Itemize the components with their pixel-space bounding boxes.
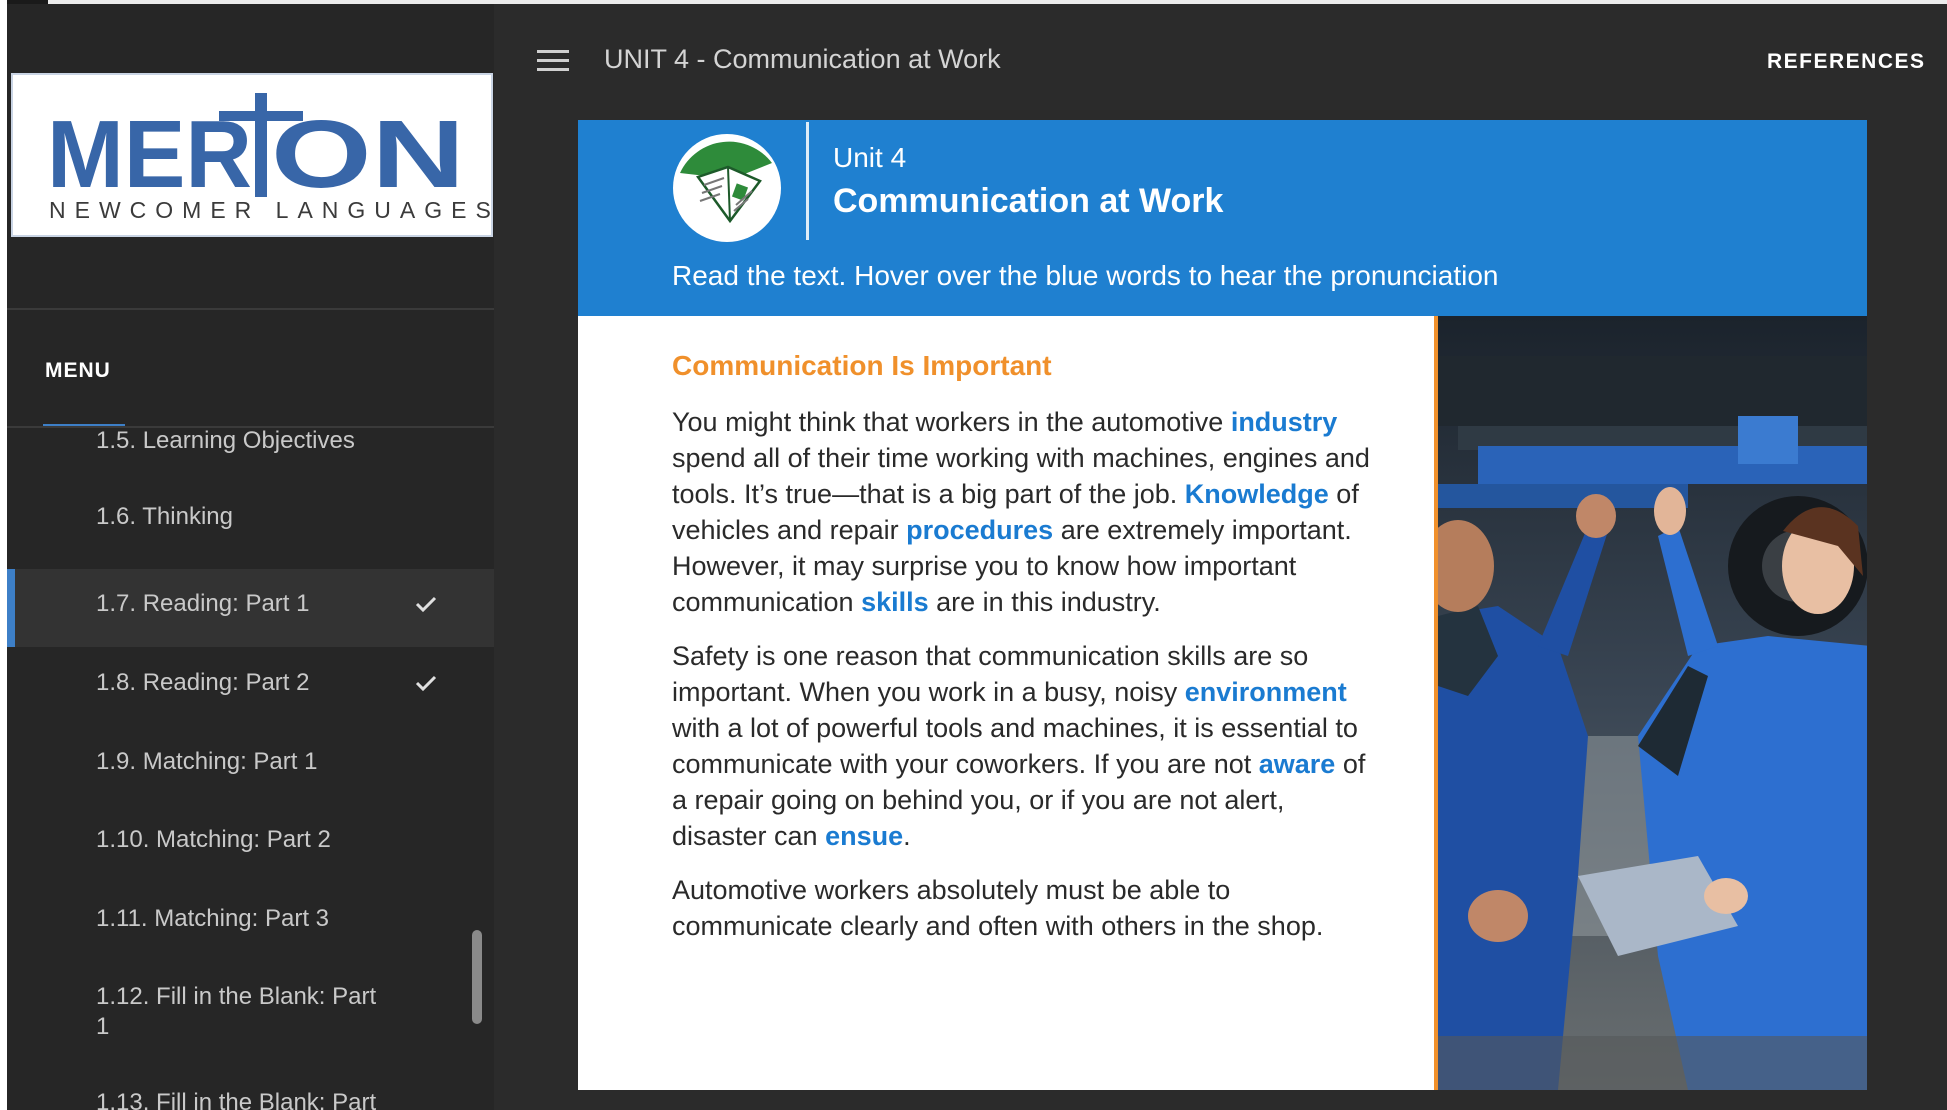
- vocab-word-industry[interactable]: industry: [1231, 407, 1338, 437]
- sidebar-item-label: 1.6. Thinking: [96, 503, 233, 530]
- mechanics-illustration: [1438, 316, 1867, 1090]
- sidebar-scrollbar[interactable]: [472, 930, 482, 1024]
- paragraph-text: You might think that workers in the auto…: [672, 407, 1231, 437]
- paragraph-3: Automotive workers absolutely must be ab…: [672, 872, 1372, 944]
- sidebar-item-label: 1.9. Matching: Part 1: [96, 748, 318, 775]
- sidebar-item-fill-blank-part-1[interactable]: 1.12. Fill in the Blank: Part 1: [7, 962, 494, 1058]
- sidebar-item-label: 1.7. Reading: Part 1: [96, 590, 310, 617]
- sidebar-item-label: 1.11. Matching: Part 3: [96, 905, 330, 932]
- sidebar-item-label: 1.13. Fill in the Blank: Part: [96, 1089, 377, 1110]
- logo-text-right: ON: [271, 101, 465, 201]
- vocab-word-ensue[interactable]: ensue: [825, 821, 903, 851]
- paragraph-text: Automotive workers absolutely must be ab…: [672, 875, 1324, 941]
- unit-banner: Unit 4 Communication at Work Read the te…: [578, 120, 1867, 316]
- banner-divider: [806, 122, 809, 240]
- merton-logo-mark: MER ON: [47, 93, 465, 201]
- paragraph-1: You might think that workers in the auto…: [672, 404, 1372, 620]
- sidebar-item-matching-part-2[interactable]: 1.10. Matching: Part 2: [7, 805, 494, 883]
- sidebar-item-label: 1.5. Learning Objectives: [96, 428, 355, 454]
- hamburger-icon[interactable]: [537, 50, 569, 72]
- logo-text-left: MER: [47, 101, 252, 201]
- logo-subtitle: NEWCOMER LANGUAGES: [49, 197, 494, 223]
- sidebar-item-matching-part-3[interactable]: 1.11. Matching: Part 3: [7, 884, 494, 962]
- checkmark-icon: [415, 596, 437, 613]
- sidebar-menu-list[interactable]: 1.5. Learning Objectives 1.6. Thinking 1…: [7, 428, 494, 1110]
- vocab-word-procedures[interactable]: procedures: [906, 515, 1053, 545]
- left-edge: [0, 0, 7, 1110]
- unit-title: Communication at Work: [833, 182, 1224, 220]
- sidebar-item-fill-blank-part-2[interactable]: 1.13. Fill in the Blank: Part: [7, 1068, 494, 1110]
- vocab-word-environment[interactable]: environment: [1185, 677, 1347, 707]
- sidebar-item-matching-part-1[interactable]: 1.9. Matching: Part 1: [7, 727, 494, 805]
- sidebar-item-thinking[interactable]: 1.6. Thinking: [7, 482, 494, 560]
- sidebar-item-reading-part-1[interactable]: 1.7. Reading: Part 1: [7, 569, 494, 647]
- checkmark-icon: [415, 675, 437, 692]
- mechanics-photo: [1434, 316, 1867, 1090]
- sidebar-item-learning-objectives[interactable]: 1.5. Learning Objectives: [7, 428, 494, 480]
- merton-logo[interactable]: MER ON NEWCOMER LANGUAGES: [11, 73, 493, 237]
- instruction-text: Read the text. Hover over the blue words…: [672, 260, 1499, 291]
- sidebar-item-label: 1.10. Matching: Part 2: [96, 826, 331, 853]
- paragraph-text: are in this industry.: [928, 587, 1161, 617]
- sidebar-divider: [7, 308, 494, 310]
- references-button[interactable]: REFERENCES: [1767, 50, 1926, 74]
- unit-label: Unit 4: [833, 142, 907, 173]
- lesson-card: Unit 4 Communication at Work Read the te…: [578, 120, 1867, 1090]
- paragraph-2: Safety is one reason that communication …: [672, 638, 1372, 854]
- section-heading: Communication Is Important: [672, 350, 1052, 381]
- paragraph-text: .: [903, 821, 911, 851]
- book-icon: [673, 134, 781, 242]
- sidebar-item-label: 1.8. Reading: Part 2: [96, 669, 310, 696]
- active-indicator: [7, 569, 15, 647]
- menu-heading: MENU: [45, 359, 111, 382]
- sidebar-item-label: 1.12. Fill in the Blank: Part 1: [96, 983, 377, 1040]
- vocab-word-skills[interactable]: skills: [861, 587, 929, 617]
- sidebar: MER ON NEWCOMER LANGUAGES MENU 1.5. Lear…: [7, 4, 494, 1110]
- sidebar-item-reading-part-2[interactable]: 1.8. Reading: Part 2: [7, 648, 494, 726]
- reading-text: Communication Is Important You might thi…: [672, 350, 1372, 962]
- vocab-word-knowledge[interactable]: Knowledge: [1185, 479, 1329, 509]
- paragraph-text: with a lot of powerful tools and machine…: [672, 713, 1358, 779]
- page-title: UNIT 4 - Communication at Work: [604, 44, 1001, 74]
- vocab-word-aware[interactable]: aware: [1259, 749, 1336, 779]
